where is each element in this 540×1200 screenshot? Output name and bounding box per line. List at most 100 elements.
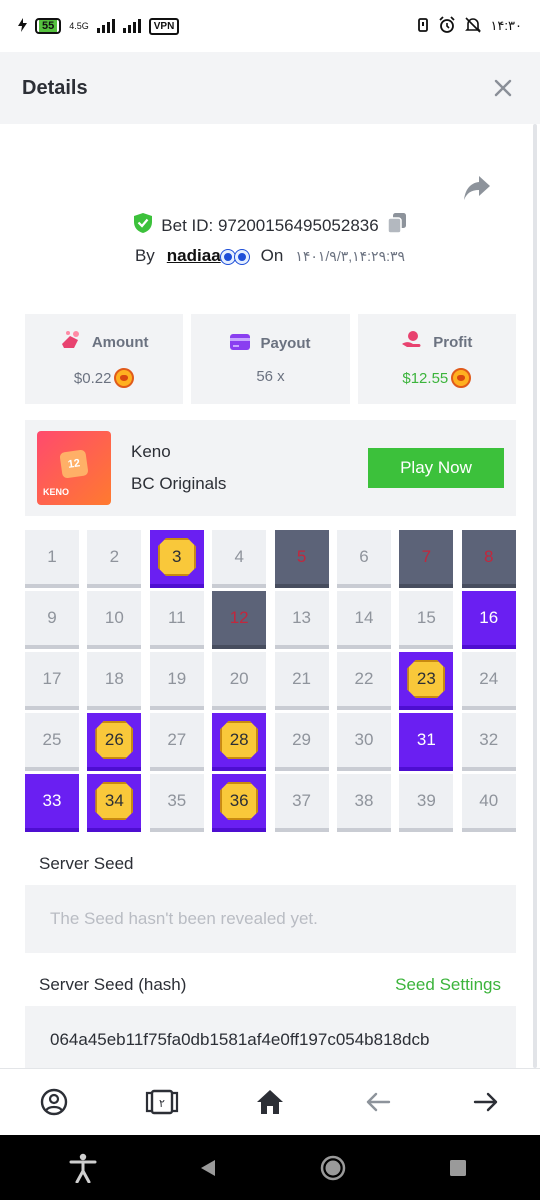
recents-square-icon — [449, 1159, 466, 1176]
gem-icon: 26 — [95, 721, 134, 759]
on-label: On — [260, 246, 284, 265]
share-icon — [464, 176, 490, 200]
bet-date: ۱۴۰۱/۹/۳,۱۴:۲۹:۳۹ — [295, 247, 406, 264]
keno-cell-18: 18 — [87, 652, 142, 710]
game-provider: BC Originals — [131, 474, 227, 493]
seed-settings-link[interactable]: Seed Settings — [395, 975, 501, 995]
gem-icon: 23 — [407, 660, 446, 698]
system-recents-button[interactable] — [433, 1143, 483, 1193]
status-bar: 55 4.5G VPN ۱۴:۳۰ — [0, 0, 540, 52]
phone-vibrate-icon — [416, 17, 430, 36]
battery-level: 55 — [39, 20, 58, 32]
keno-cell-21: 21 — [274, 652, 329, 710]
keno-cell-25: 25 — [25, 713, 79, 771]
accessibility-icon — [69, 1153, 96, 1183]
battery-icon: 55 — [35, 18, 62, 34]
home-circle-icon — [320, 1155, 345, 1180]
keno-cell-40: 40 — [461, 774, 516, 832]
shib-coin-icon — [114, 368, 135, 388]
keno-cell-28: 28 — [212, 713, 267, 771]
arrow-right-icon — [473, 1092, 498, 1112]
payout-label: Payout — [260, 335, 311, 352]
game-card: 12 KENO Keno BC Originals Play Now — [25, 420, 516, 516]
page-title: Details — [22, 76, 88, 99]
keno-cell-2: 2 — [87, 530, 142, 588]
payout-icon — [230, 333, 251, 354]
nav-home[interactable] — [240, 1077, 300, 1127]
keno-thumb-label: KENO — [43, 487, 70, 497]
keno-cell-14: 14 — [336, 591, 391, 649]
user-link[interactable]: nadiaa — [167, 246, 249, 266]
payout-value: 56 x — [256, 367, 285, 385]
gem-icon: 3 — [157, 538, 196, 576]
bet-stats: Amount $0.22 Payout 56 x Profit $12.55 — [25, 314, 516, 404]
copy-icon — [386, 213, 406, 234]
keno-cell-11: 11 — [149, 591, 204, 649]
bet-id-row: Bet ID: 97200156495052836 — [0, 212, 540, 239]
share-button[interactable] — [462, 174, 492, 202]
keno-cell-24: 24 — [461, 652, 516, 710]
profit-label: Profit — [433, 333, 473, 351]
keno-cell-19: 19 — [149, 652, 204, 710]
mute-icon — [464, 16, 482, 37]
keno-cell-37: 37 — [274, 774, 329, 832]
keno-cell-35: 35 — [149, 774, 204, 832]
amount-label: Amount — [91, 333, 149, 351]
keno-cell-36: 36 — [212, 774, 267, 832]
gem-icon: 34 — [95, 782, 134, 820]
keno-cell-8: 8 — [461, 530, 516, 588]
server-seed-label: Server Seed — [39, 854, 134, 873]
gem-icon: 36 — [220, 782, 259, 820]
keno-cell-23: 23 — [399, 652, 454, 710]
accessibility-button[interactable] — [58, 1143, 108, 1193]
stat-profit: Profit $12.55 — [357, 314, 516, 404]
keno-cell-4: 4 — [212, 530, 267, 588]
server-hash-label: Server Seed (hash) — [39, 975, 187, 994]
nav-profile[interactable] — [24, 1077, 84, 1127]
copy-button[interactable] — [386, 212, 407, 239]
keno-cell-3: 3 — [149, 530, 204, 588]
home-icon — [257, 1090, 283, 1114]
profit-icon — [401, 330, 423, 354]
clock-time: ۱۴:۳۰ — [490, 18, 522, 33]
profit-value: $12.55 — [402, 369, 449, 387]
keno-cell-6: 6 — [336, 530, 391, 588]
stat-amount: Amount $0.22 — [25, 314, 184, 404]
nav-forward[interactable] — [456, 1077, 516, 1127]
keno-cell-32: 32 — [461, 713, 516, 771]
arrow-left-icon — [366, 1092, 391, 1112]
nav-wallet[interactable]: ۲ — [132, 1077, 192, 1127]
play-now-button[interactable]: Play Now — [368, 448, 504, 488]
charging-icon — [18, 17, 27, 35]
bet-by-line: By nadiaa On ۱۴۰۱/۹/۳,۱۴:۲۹:۳۹ — [0, 246, 540, 266]
close-button[interactable] — [488, 73, 518, 103]
keno-cell-22: 22 — [336, 652, 391, 710]
network-type: 4.5G — [69, 20, 89, 31]
verified-shield-icon — [133, 212, 153, 239]
system-back-button[interactable] — [183, 1143, 233, 1193]
game-name: Keno — [131, 442, 171, 461]
server-seed-field[interactable]: The Seed hasn't been revealed yet. — [25, 885, 516, 953]
keno-cell-29: 29 — [274, 713, 329, 771]
keno-cell-26: 26 — [87, 713, 142, 771]
system-home-button[interactable] — [308, 1143, 358, 1193]
keno-cell-39: 39 — [399, 774, 454, 832]
keno-thumbnail[interactable]: 12 KENO — [37, 431, 111, 505]
signal-icon — [96, 19, 115, 33]
keno-grid: 1 2 3 4 5 6 7 8 9 10 11 12 13 14 15 16 17 18 19 20 21 22 23 24 2… — [25, 530, 516, 832]
shib-coin-icon — [451, 368, 472, 388]
keno-cell-12: 12 — [212, 591, 267, 649]
keno-cell-30: 30 — [336, 713, 391, 771]
profile-icon — [40, 1088, 68, 1116]
amount-value: $0.22 — [73, 369, 112, 387]
keno-cell-16: 16 — [461, 591, 516, 649]
nav-back[interactable] — [348, 1077, 408, 1127]
wallet-icon: ۲ — [145, 1089, 179, 1115]
username: nadiaa — [166, 246, 221, 265]
stat-payout: Payout 56 x — [191, 314, 350, 404]
server-hash-field[interactable]: 064a45eb11f75fa0db1581af4e0ff197c054b818… — [25, 1006, 516, 1074]
gem-icon: 28 — [220, 721, 259, 759]
keno-cell-1: 1 — [25, 530, 79, 588]
keno-cell-15: 15 — [399, 591, 454, 649]
keno-cell-20: 20 — [212, 652, 267, 710]
